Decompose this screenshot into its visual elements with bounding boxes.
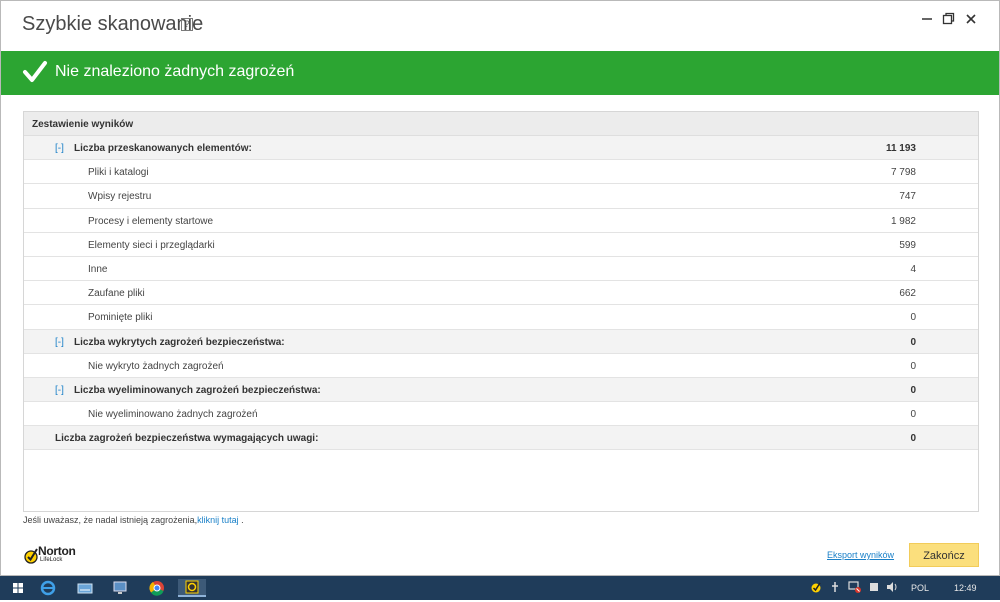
row-label: Zaufane pliki (88, 288, 145, 300)
chrome-icon[interactable] (143, 579, 171, 597)
title-bar: Szybkie skanowanie ? (1, 1, 999, 51)
row-value: 1 982 (890, 215, 916, 227)
network-computer-icon[interactable] (106, 579, 134, 597)
export-results-link[interactable]: Eksport wyników (827, 550, 894, 560)
windows-start-icon[interactable] (4, 579, 32, 597)
row-label: Wpisy rejestru (88, 191, 152, 203)
row-label: Procesy i elementy startowe (88, 215, 214, 227)
click-here-link[interactable]: kliknij tutaj (197, 515, 239, 525)
close-icon[interactable] (960, 10, 982, 32)
table-row: Liczba zagrożeń bezpieczeństwa wymagając… (24, 426, 978, 451)
table-row: Wpisy rejestru 747 (24, 184, 978, 209)
status-banner: Nie znaleziono żadnych zagrożeń (1, 51, 999, 95)
keyboard-icon[interactable] (71, 579, 99, 597)
note-text: Jeśli uważasz, że nadal istnieją zagroże… (23, 515, 198, 525)
collapse-toggle[interactable]: [-] (55, 337, 64, 348)
table-row: Procesy i elementy startowe 1 982 (24, 209, 978, 233)
edge-icon[interactable] (34, 579, 62, 597)
table-row: Pliki i katalogi 7 798 (24, 160, 978, 185)
row-value: 0 (910, 360, 916, 372)
threat-help-note: Jeśli uważasz, że nadal istnieją zagroże… (23, 515, 244, 525)
row-label: Nie wyeliminowano żadnych zagrożeń (88, 409, 258, 421)
collapse-toggle[interactable]: [-] (55, 143, 64, 154)
row-value: 0 (910, 336, 916, 348)
row-value: 0 (910, 312, 916, 324)
network-warning-icon[interactable] (848, 580, 862, 596)
table-row: [-] Liczba przeskanowanych elementów: 11… (24, 136, 978, 161)
row-label: Liczba wyeliminowanych zagrożeń bezpiecz… (74, 384, 321, 396)
norton-tray-icon[interactable] (810, 580, 822, 596)
norton-app-icon[interactable] (178, 579, 206, 597)
restore-icon[interactable] (937, 10, 959, 32)
clock[interactable]: 12:49 (954, 580, 977, 596)
device-tray-icon[interactable] (868, 580, 880, 596)
table-row: Nie wykryto żadnych zagrożeń 0 (24, 354, 978, 378)
scan-results-window: Szybkie skanowanie ? Nie znaleziono żadn… (0, 0, 1000, 576)
row-value: 747 (899, 191, 916, 203)
minimize-icon[interactable] (916, 10, 938, 32)
row-value: 4 (910, 263, 916, 275)
note-end: . (238, 515, 244, 525)
row-label: Pliki i katalogi (88, 167, 149, 179)
row-value: 599 (899, 239, 916, 251)
brand-sub: LifeLock (40, 557, 63, 563)
table-row: Zaufane pliki 662 (24, 281, 978, 306)
results-summary-panel: Zestawienie wyników [-] Liczba przeskano… (23, 111, 979, 512)
row-label: Liczba zagrożeń bezpieczeństwa wymagając… (55, 433, 319, 445)
brand-name: Norton (38, 544, 76, 558)
row-label: Nie wykryto żadnych zagrożeń (88, 360, 224, 372)
row-label: Pominięte pliki (88, 312, 153, 324)
table-row: Nie wyeliminowano żadnych zagrożeń 0 (24, 402, 978, 427)
help-icon[interactable]: ? (181, 18, 193, 31)
summary-header: Zestawienie wyników (24, 112, 978, 136)
table-row: Pominięte pliki 0 (24, 305, 978, 330)
row-label: Liczba wykrytych zagrożeń bezpieczeństwa… (74, 336, 285, 348)
usb-tray-icon[interactable] (829, 580, 841, 596)
row-value: 662 (899, 288, 916, 300)
collapse-toggle[interactable]: [-] (55, 385, 64, 396)
table-row: [-] Liczba wyeliminowanych zagrożeń bezp… (24, 377, 978, 403)
row-value: 0 (910, 433, 916, 445)
row-value: 7 798 (890, 167, 916, 179)
row-value: 0 (910, 409, 916, 421)
checkmark-icon (23, 61, 47, 82)
row-value: 11 193 (885, 143, 916, 154)
norton-logo: Norton LifeLock (23, 544, 85, 568)
table-row: Inne 4 (24, 257, 978, 282)
volume-icon[interactable] (886, 580, 898, 596)
table-row: [-] Liczba wykrytych zagrożeń bezpieczeń… (24, 329, 978, 354)
taskbar: POL 12:49 (0, 576, 1000, 600)
row-label: Liczba przeskanowanych elementów: (74, 143, 252, 154)
row-label: Inne (88, 263, 108, 275)
language-indicator[interactable]: POL (911, 580, 929, 596)
status-message: Nie znaleziono żadnych zagrożeń (55, 63, 295, 80)
norton-check-icon (24, 548, 38, 564)
row-label: Elementy sieci i przeglądarki (88, 239, 215, 251)
table-row: Elementy sieci i przeglądarki 599 (24, 233, 978, 257)
finish-button[interactable]: Zakończ (909, 543, 979, 567)
row-value: 0 (910, 384, 916, 396)
window-title: Szybkie skanowanie (22, 13, 204, 35)
